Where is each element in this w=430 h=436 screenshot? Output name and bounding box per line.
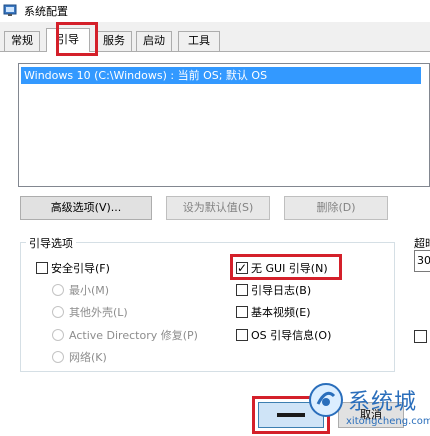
alternate-shell-radio[interactable] xyxy=(52,306,64,318)
safe-boot-checkbox[interactable] xyxy=(36,262,48,274)
active-directory-option[interactable]: Active Directory 修复(P) xyxy=(52,328,198,344)
no-gui-boot-label: 无 GUI 引导(N) xyxy=(251,262,328,275)
os-boot-info-checkbox[interactable] xyxy=(236,329,248,341)
tab-services[interactable]: 服务 xyxy=(96,31,132,51)
alternate-shell-label: 其他外壳(L) xyxy=(69,306,128,319)
boot-options-label: 引导选项 xyxy=(26,235,76,251)
boot-entry-selected[interactable]: Windows 10 (C:\Windows) : 当前 OS; 默认 OS xyxy=(21,67,421,84)
network-radio[interactable] xyxy=(52,351,64,363)
os-boot-info-option[interactable]: OS 引导信息(O) xyxy=(236,328,331,344)
safe-boot-option[interactable]: 安全引导(F) xyxy=(36,261,110,277)
network-option[interactable]: 网络(K) xyxy=(52,350,107,366)
active-directory-radio[interactable] xyxy=(52,329,64,341)
watermark-logo-icon xyxy=(309,383,343,417)
alternate-shell-option[interactable]: 其他外壳(L) xyxy=(52,305,128,321)
watermark-url: xitongcheng.com xyxy=(346,416,430,427)
tab-boot[interactable]: 引导 xyxy=(46,28,90,52)
make-permanent-checkbox[interactable] xyxy=(414,330,427,343)
boot-log-option[interactable]: 引导日志(B) xyxy=(236,283,311,299)
safe-boot-label: 安全引导(F) xyxy=(51,262,110,275)
os-boot-info-label: OS 引导信息(O) xyxy=(251,329,332,342)
delete-button[interactable]: 删除(D) xyxy=(284,196,388,220)
boot-log-checkbox[interactable] xyxy=(236,284,248,296)
boot-log-label: 引导日志(B) xyxy=(251,284,312,297)
timeout-input[interactable]: 30 xyxy=(414,250,430,272)
active-directory-label: Active Directory 修复(P) xyxy=(69,329,198,342)
tab-startup[interactable]: 启动 xyxy=(136,31,172,51)
tab-general[interactable]: 常规 xyxy=(4,31,40,51)
base-video-checkbox[interactable] xyxy=(236,306,248,318)
title-bar: 系统配置 xyxy=(0,0,430,22)
advanced-options-button[interactable]: 高级选项(V)... xyxy=(20,196,152,220)
minimal-label: 最小(M) xyxy=(69,284,110,297)
base-video-label: 基本视频(E) xyxy=(251,306,311,319)
timeout-label: 超时 xyxy=(414,235,430,251)
minimal-option[interactable]: 最小(M) xyxy=(52,283,109,299)
set-default-button[interactable]: 设为默认值(S) xyxy=(166,196,270,220)
minimal-radio[interactable] xyxy=(52,284,64,296)
network-label: 网络(K) xyxy=(69,351,107,364)
window-title: 系统配置 xyxy=(24,5,68,18)
watermark: 系统城 xitongcheng.com xyxy=(300,380,430,436)
base-video-option[interactable]: 基本视频(E) xyxy=(236,305,311,321)
no-gui-boot-option[interactable]: 无 GUI 引导(N) xyxy=(236,260,328,277)
watermark-text: 系统城 xyxy=(348,390,418,415)
tab-strip: 常规 引导 服务 启动 工具 xyxy=(0,22,430,52)
tab-tools[interactable]: 工具 xyxy=(178,31,220,51)
no-gui-boot-checkbox[interactable] xyxy=(236,260,248,276)
boot-entries-list[interactable]: Windows 10 (C:\Windows) : 当前 OS; 默认 OS xyxy=(18,63,430,187)
system-config-icon xyxy=(3,4,17,16)
